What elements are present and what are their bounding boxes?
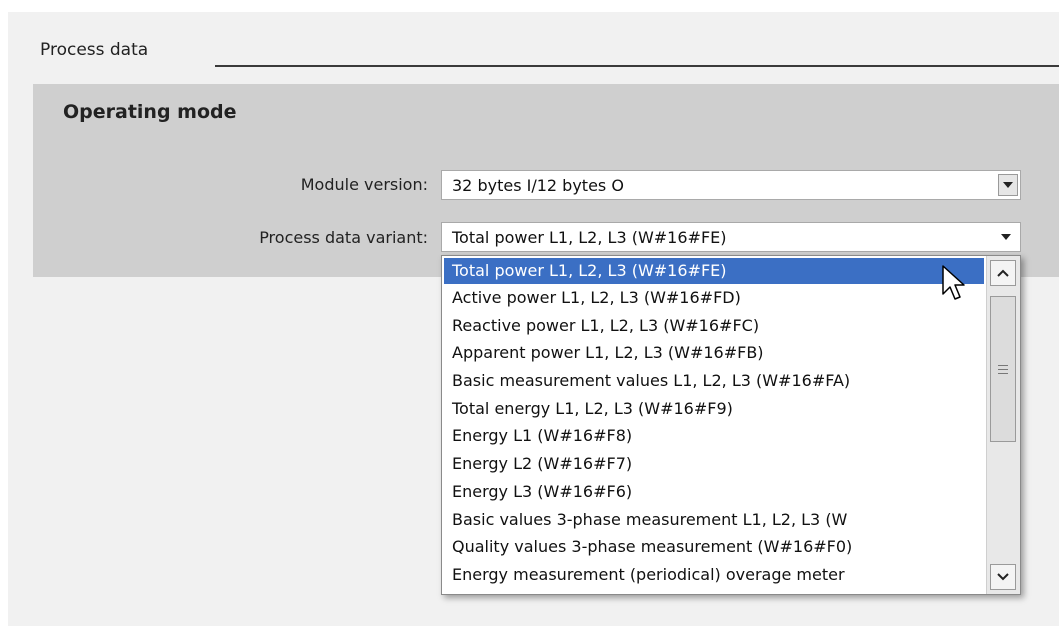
- chevron-down-icon[interactable]: [990, 564, 1016, 590]
- grip-icon: [998, 364, 1008, 374]
- list-item[interactable]: Quality values 3-phase measurement (W#16…: [442, 533, 986, 561]
- chevron-down-icon[interactable]: [992, 223, 1020, 251]
- module-version-label: Module version:: [300, 175, 428, 194]
- module-version-value: 32 bytes I/12 bytes O: [452, 176, 624, 195]
- mouse-pointer-icon: [942, 265, 965, 300]
- section-divider: [215, 65, 1059, 67]
- list-item[interactable]: Energy L2 (W#16#F7): [442, 450, 986, 478]
- section-title: Process data: [40, 40, 149, 60]
- list-item[interactable]: Active power L1, L2, L3 (W#16#FD): [442, 284, 986, 312]
- list-item[interactable]: Apparent power L1, L2, L3 (W#16#FB): [442, 339, 986, 367]
- options-list: Total power L1, L2, L3 (W#16#FE) Active …: [442, 256, 986, 589]
- process-data-variant-dropdown[interactable]: Total power L1, L2, L3 (W#16#FE) Active …: [441, 255, 1021, 595]
- list-item[interactable]: Energy measurement (periodical) overage …: [442, 561, 986, 589]
- list-item[interactable]: Energy L1 (W#16#F8): [442, 422, 986, 450]
- list-item[interactable]: Total energy L1, L2, L3 (W#16#F9): [442, 395, 986, 423]
- list-item[interactable]: Total power L1, L2, L3 (W#16#FE): [444, 258, 984, 284]
- process-data-variant-select[interactable]: Total power L1, L2, L3 (W#16#FE): [441, 222, 1021, 252]
- list-item[interactable]: Basic measurement values L1, L2, L3 (W#1…: [442, 367, 986, 395]
- module-version-select[interactable]: 32 bytes I/12 bytes O: [441, 170, 1021, 200]
- vertical-scrollbar[interactable]: [986, 256, 1020, 594]
- chevron-down-icon[interactable]: [998, 174, 1018, 196]
- list-item[interactable]: Basic values 3-phase measurement L1, L2,…: [442, 506, 986, 534]
- process-data-variant-label: Process data variant:: [259, 228, 428, 247]
- list-item[interactable]: Energy L3 (W#16#F6): [442, 478, 986, 506]
- chevron-up-icon[interactable]: [990, 260, 1016, 286]
- list-item[interactable]: Reactive power L1, L2, L3 (W#16#FC): [442, 312, 986, 340]
- scrollbar-thumb[interactable]: [990, 296, 1016, 442]
- process-data-variant-value: Total power L1, L2, L3 (W#16#FE): [452, 228, 727, 247]
- group-title: Operating mode: [63, 101, 237, 123]
